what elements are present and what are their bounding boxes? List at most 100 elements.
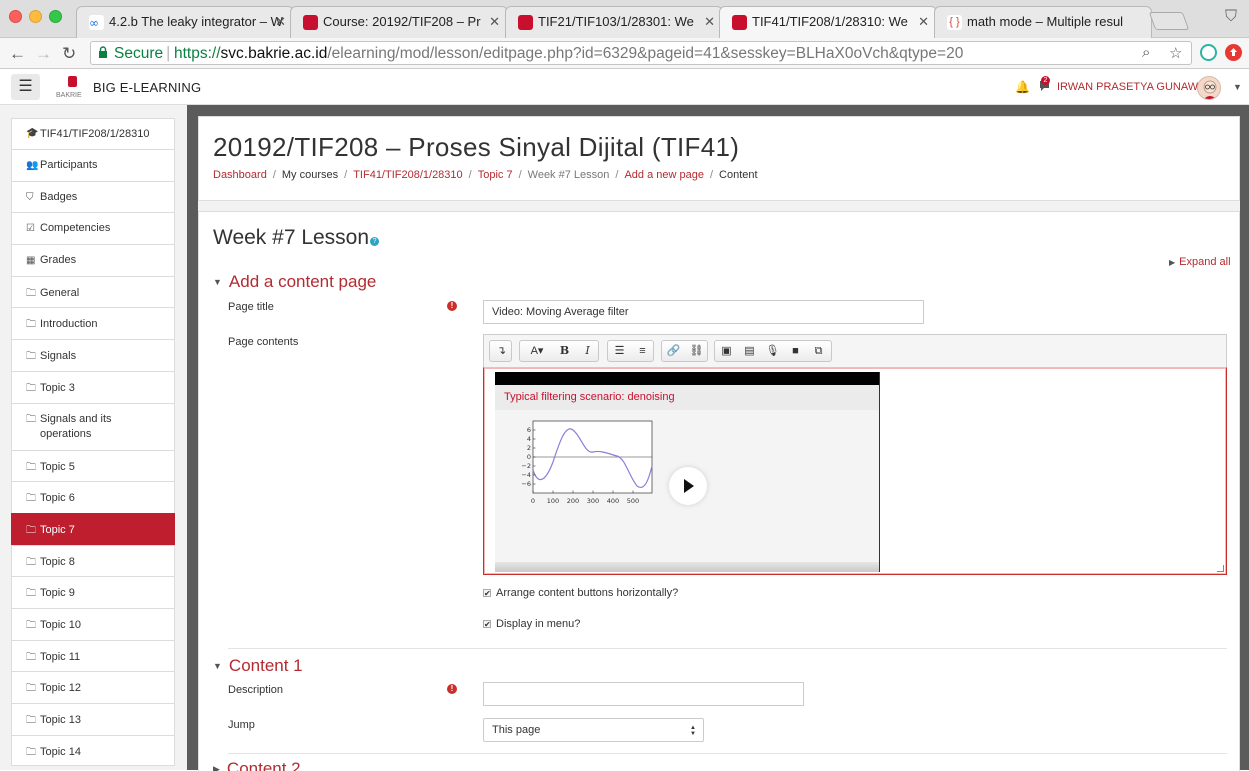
- sidebar-item-topic-10[interactable]: 🗀 Topic 10: [11, 607, 175, 640]
- arrange-buttons-checkbox-row[interactable]: ✔ Arrange content buttons horizontally?: [483, 587, 678, 599]
- sidebar-item-topic-9[interactable]: 🗀 Topic 9: [11, 576, 175, 608]
- sidebar-item-signals[interactable]: 🗀 Signals: [11, 339, 175, 371]
- section-add-content-page[interactable]: ▼ Add a content page: [213, 272, 376, 292]
- address-bar[interactable]: Secure | https://svc.bakrie.ac.id/elearn…: [90, 41, 1192, 65]
- secure-label: Secure: [114, 45, 164, 62]
- extension-icon[interactable]: [1200, 44, 1217, 61]
- folder-icon: 🗀: [26, 493, 36, 505]
- sidebar-item-topic-7[interactable]: 🗀 Topic 7: [11, 512, 175, 545]
- tab-close-icon[interactable]: ✕: [489, 14, 500, 30]
- site-name[interactable]: BIG E-LEARNING: [93, 80, 201, 95]
- sidebar-item-tif41-tif208-1-28310[interactable]: 🎓 TIF41/TIF208/1/28310: [11, 118, 175, 149]
- play-button[interactable]: [669, 467, 707, 505]
- sidebar-item-topic-3[interactable]: 🗀 Topic 3: [11, 370, 175, 403]
- new-tab-button[interactable]: [1148, 12, 1190, 30]
- help-icon[interactable]: ?: [370, 237, 380, 246]
- notification-bell-icon[interactable]: 🔔: [1015, 80, 1030, 94]
- bakrie-logo-icon: BAKRIE: [56, 76, 82, 99]
- browser-tab[interactable]: Course: 20192/TIF208 – Pr ✕: [290, 6, 508, 38]
- graduation-cap-icon: 🎓: [26, 128, 39, 139]
- browser-tab[interactable]: TIF21/TIF103/1/28301: We ✕: [505, 6, 723, 38]
- browser-tab-active[interactable]: TIF41/TIF208/1/28310: We ✕: [719, 6, 937, 39]
- back-arrow-icon[interactable]: ←: [9, 44, 26, 64]
- bookmark-star-icon[interactable]: ☆: [1169, 44, 1182, 62]
- sidebar-item-topic-13[interactable]: 🗀 Topic 13: [11, 703, 175, 735]
- zoom-icon[interactable]: ⌕: [1142, 44, 1150, 61]
- sidebar-item-topic-6[interactable]: 🗀 Topic 6: [11, 481, 175, 513]
- tab-close-icon[interactable]: ✕: [704, 14, 715, 30]
- page-contents-editor[interactable]: Typical filtering scenario: denoising 64…: [483, 367, 1227, 575]
- link-icon[interactable]: 🔗: [662, 341, 685, 361]
- description-input[interactable]: [483, 682, 804, 706]
- breadcrumb-item[interactable]: TIF41/TIF208/1/28310: [353, 169, 462, 181]
- page-title-label: Page title: [228, 301, 274, 313]
- sidebar-item-label: Topic 13: [40, 714, 81, 726]
- tab-title: TIF41/TIF208/1/28310: We: [752, 14, 908, 29]
- folder-icon: 🗀: [26, 524, 36, 536]
- y-tick-label: −6: [521, 480, 531, 488]
- user-menu-caret-icon[interactable]: ▼: [1233, 82, 1242, 92]
- url-text[interactable]: https://svc.bakrie.ac.id/elearning/mod/l…: [174, 45, 963, 63]
- browser-tab[interactable]: { } math mode – Multiple resul: [934, 6, 1152, 38]
- bold-icon[interactable]: B: [553, 341, 576, 361]
- record-audio-icon[interactable]: 🎙: [761, 341, 784, 361]
- sidebar-item-badges[interactable]: ⛉ Badges: [11, 180, 175, 213]
- breadcrumb-divider: /: [468, 169, 472, 181]
- page-title-input[interactable]: Video: Moving Average filter: [483, 300, 924, 324]
- section-title: Add a content page: [228, 272, 377, 291]
- italic-icon[interactable]: I: [576, 341, 599, 361]
- tab-close-icon[interactable]: ✕: [918, 14, 929, 30]
- browser-tab[interactable]: ∞ 4.2.b The leaky integrator – W ✕: [76, 6, 294, 38]
- video-control-bar[interactable]: [495, 562, 879, 572]
- sidebar-item-general[interactable]: 🗀 General: [11, 275, 175, 308]
- unlink-icon[interactable]: ⛓: [685, 341, 708, 361]
- unordered-list-icon[interactable]: ☰: [608, 341, 631, 361]
- checkbox-icon: ☑: [26, 223, 35, 235]
- sidebar-item-topic-14[interactable]: 🗀 Topic 14: [11, 734, 175, 767]
- reload-icon[interactable]: ↻: [62, 44, 76, 64]
- sidebar-item-participants[interactable]: 👥 Participants: [11, 149, 175, 181]
- sidebar-item-topic-5[interactable]: 🗀 Topic 5: [11, 449, 175, 482]
- media-icon[interactable]: ▤: [738, 341, 761, 361]
- jump-select[interactable]: This page ▲ ▼: [483, 718, 704, 742]
- ordered-list-icon[interactable]: ≡: [631, 341, 654, 361]
- record-video-icon[interactable]: ■: [784, 341, 807, 361]
- display-in-menu-checkbox-row[interactable]: ✔ Display in menu?: [483, 618, 580, 630]
- breadcrumb-item[interactable]: Topic 7: [478, 169, 513, 181]
- zoom-window-button[interactable]: [49, 10, 62, 23]
- resize-handle-icon[interactable]: [1217, 565, 1224, 572]
- manage-files-icon[interactable]: ⧉: [807, 341, 830, 361]
- sidebar-item-topic-11[interactable]: 🗀 Topic 11: [11, 639, 175, 672]
- minimize-window-button[interactable]: [29, 10, 42, 23]
- close-window-button[interactable]: [9, 10, 22, 23]
- sidebar-item-grades[interactable]: ▦ Grades: [11, 244, 175, 276]
- arrange-buttons-checkbox[interactable]: ✔: [483, 589, 491, 598]
- sidebar-item-topic-8[interactable]: 🗀 Topic 8: [11, 544, 175, 577]
- section-content-1[interactable]: ▼ Content 1: [213, 656, 303, 676]
- users-icon: 👥: [26, 160, 39, 171]
- folder-icon: 🗀: [26, 715, 36, 726]
- tab-close-icon[interactable]: ✕: [275, 14, 286, 30]
- extension-upload-icon[interactable]: [1225, 44, 1242, 61]
- section-content-2[interactable]: ▶ Content 2: [213, 759, 301, 771]
- breadcrumb-item[interactable]: Add a new page: [624, 169, 704, 181]
- user-menu-name[interactable]: IRWAN PRASETYA GUNAWAN: [1057, 81, 1213, 93]
- sidebar-item-competencies[interactable]: ☑ Competencies: [11, 212, 175, 245]
- image-icon[interactable]: ▣: [715, 341, 738, 361]
- menu-toggle-button[interactable]: ☰: [11, 74, 40, 100]
- embedded-video[interactable]: Typical filtering scenario: denoising 64…: [495, 372, 880, 572]
- avatar[interactable]: [1197, 76, 1221, 100]
- sidebar-item-topic-12[interactable]: 🗀 Topic 12: [11, 671, 175, 703]
- forward-arrow-icon[interactable]: →: [35, 44, 52, 64]
- x-tick-label: 100: [547, 497, 559, 505]
- display-in-menu-checkbox[interactable]: ✔: [483, 620, 491, 629]
- breadcrumb-item[interactable]: Dashboard: [213, 169, 267, 181]
- paragraph-styles-icon[interactable]: A▾: [522, 341, 552, 361]
- expand-all-link[interactable]: ▶ Expand all: [1169, 256, 1231, 268]
- show-more-buttons-icon[interactable]: ↴: [490, 341, 513, 361]
- sidebar-item-signals-and-its-operations[interactable]: 🗀 Signals and its operations: [11, 402, 175, 450]
- sidebar-item-introduction[interactable]: 🗀 Introduction: [11, 307, 175, 340]
- profile-icon[interactable]: ⛉: [1225, 8, 1237, 26]
- course-nav-drawer: 🎓 TIF41/TIF208/1/28310 👥 Participants ⛉ Badge…: [11, 118, 175, 767]
- browser-tab-strip: ∞ 4.2.b The leaky integrator – W ✕ Cours…: [0, 0, 1249, 39]
